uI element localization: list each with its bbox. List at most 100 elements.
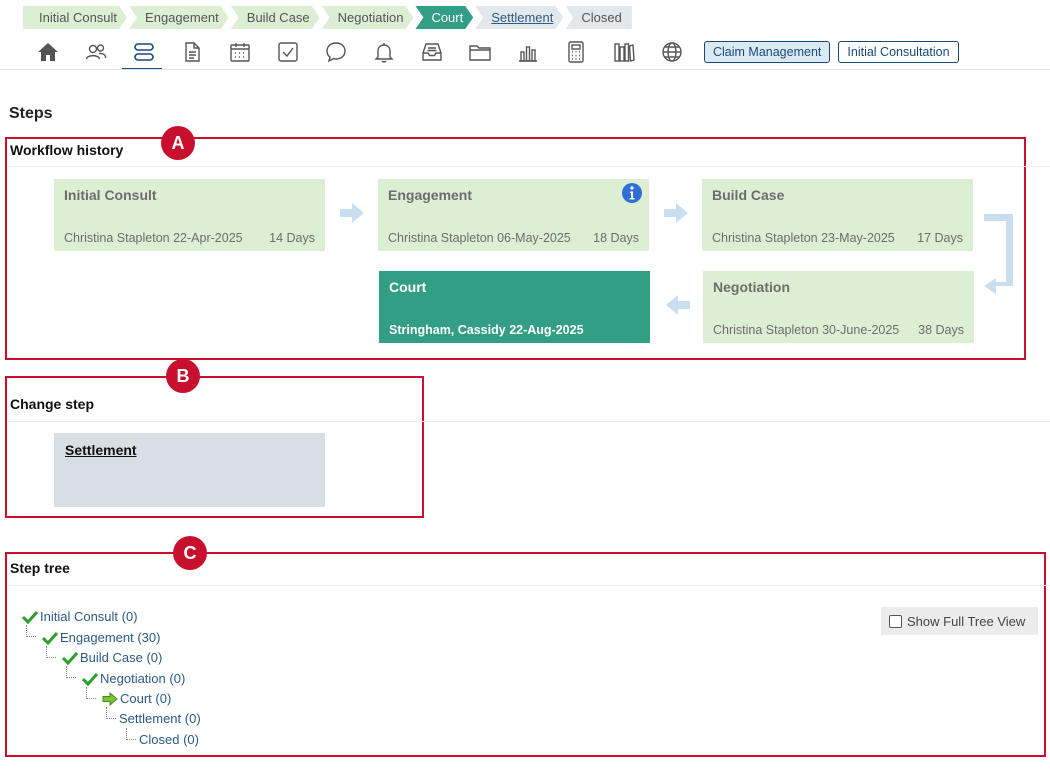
tree-connector [26,625,36,637]
calculator-icon[interactable] [552,36,600,68]
change-step-title: Change step [10,396,95,412]
next-step-card[interactable]: Settlement [54,433,325,507]
arrow-right-icon [340,203,364,223]
crumb-closed: Closed [565,6,632,29]
crumb-initial-consult[interactable]: Initial Consult [23,6,127,29]
arrow-right-icon [664,203,688,223]
show-full-tree-checkbox[interactable] [889,614,902,628]
tree-node-label[interactable]: Negotiation (0) [100,671,185,686]
divider [8,585,1050,586]
arrow-turn-down-icon [984,214,1013,294]
tree-node-closed[interactable]: Closed (0) [139,732,199,747]
inbox-icon[interactable] [408,36,456,68]
chart-icon[interactable] [504,36,552,68]
history-card-engagement: Engagement Christina Stapleton 06-May-20… [378,179,649,251]
arrow-left-icon [666,295,690,315]
tree-node-label[interactable]: Engagement (30) [60,630,160,645]
checkmark-icon [22,610,38,624]
step-tree-title: Step tree [10,560,70,576]
tree-connector [86,687,96,699]
crumb-negotiation[interactable]: Negotiation [322,6,414,29]
bell-icon[interactable] [360,36,408,68]
history-card-court: Court Stringham, Cassidy 22-Aug-2025 [379,271,650,343]
checkmark-icon [42,631,58,645]
annotation-badge-a: A [161,126,195,160]
step-footer: Christina Stapleton 22-Apr-2025 14 Days [64,231,315,245]
claim-management-tag[interactable]: Claim Management [704,41,831,63]
folder-icon[interactable] [456,36,504,68]
tree-connector [106,707,116,719]
divider [8,166,1050,167]
step-user: Christina Stapleton [64,231,170,245]
step-name: Build Case [712,187,785,203]
crumb-build-case[interactable]: Build Case [231,6,320,29]
tree-connector [46,646,56,658]
history-card-build-case: Build Case Christina Stapleton 23-May-20… [702,179,973,251]
arrow-right-icon [102,691,118,706]
show-full-tree-toggle[interactable]: Show Full Tree View [881,607,1038,635]
checkmark-icon [82,672,98,686]
toolbar-divider [0,69,1050,70]
crumb-engagement[interactable]: Engagement [129,6,229,29]
divider [8,421,1050,422]
step-user: Stringham, Cassidy [389,323,506,337]
step-date: 06-May-2025 [497,231,571,245]
step-name: Engagement [388,187,473,203]
tree-node-negotiation[interactable]: Negotiation (0) [82,671,185,686]
checkmark-icon [62,651,78,665]
tree-node-settlement[interactable]: Settlement (0) [119,711,201,726]
step-date: 22-Apr-2025 [173,231,243,245]
workflow-breadcrumb: Initial Consult Engagement Build Case Ne… [23,6,634,29]
step-footer: Christina Stapleton 23-May-2025 17 Days [712,231,963,245]
step-user: Christina Stapleton [712,231,818,245]
step-duration: 38 Days [918,323,964,337]
tree-node-engagement[interactable]: Engagement (30) [42,630,160,645]
step-footer: Christina Stapleton 30-June-2025 38 Days [713,323,964,337]
calendar-icon[interactable] [216,36,264,68]
tree-node-label[interactable]: Initial Consult (0) [40,609,138,624]
step-name: Negotiation [713,279,790,295]
step-user: Christina Stapleton [388,231,494,245]
step-date: 22-Aug-2025 [509,323,584,337]
crumb-court[interactable]: Court [415,6,473,29]
home-icon[interactable] [24,36,72,68]
step-footer: Christina Stapleton 06-May-2025 18 Days [388,231,639,245]
step-duration: 17 Days [917,231,963,245]
tree-node-court[interactable]: Court (0) [102,691,171,706]
tree-node-label[interactable]: Closed (0) [139,732,199,747]
step-duration: 14 Days [269,231,315,245]
tree-connector [126,728,136,740]
history-card-initial-consult: Initial Consult Christina Stapleton 22-A… [54,179,325,251]
page-title: Steps [9,105,53,122]
globe-icon[interactable] [648,36,696,68]
next-step-link[interactable]: Settlement [65,442,137,458]
tree-node-label[interactable]: Court (0) [120,691,171,706]
tree-connector [66,666,76,678]
annotation-badge-c: C [173,536,207,570]
history-card-negotiation: Negotiation Christina Stapleton 30-June-… [703,271,974,343]
annotation-badge-b: B [166,359,200,393]
step-footer: Stringham, Cassidy 22-Aug-2025 [389,323,640,337]
workflow-history-title: Workflow history [10,142,124,158]
crumb-settlement[interactable]: Settlement [475,6,563,29]
step-date: 23-May-2025 [821,231,895,245]
chat-icon[interactable] [312,36,360,68]
step-name: Initial Consult [64,187,157,203]
show-full-tree-label[interactable]: Show Full Tree View [907,614,1025,629]
step-user: Christina Stapleton [713,323,819,337]
steps-icon[interactable] [120,36,168,70]
step-duration: 18 Days [593,231,639,245]
tree-node-label[interactable]: Build Case (0) [80,650,162,665]
library-icon[interactable] [600,36,648,68]
contacts-icon[interactable] [72,36,120,68]
initial-consultation-tag[interactable]: Initial Consultation [838,41,959,63]
step-name: Court [389,279,427,295]
info-icon[interactable] [622,183,642,203]
document-icon[interactable] [168,36,216,68]
tree-node-build-case[interactable]: Build Case (0) [62,650,162,665]
toolbar: Claim Management Initial Consultation [24,36,959,70]
tree-node-initial-consult[interactable]: Initial Consult (0) [22,609,138,624]
step-date: 30-June-2025 [822,323,900,337]
task-icon[interactable] [264,36,312,68]
tree-node-label[interactable]: Settlement (0) [119,711,201,726]
